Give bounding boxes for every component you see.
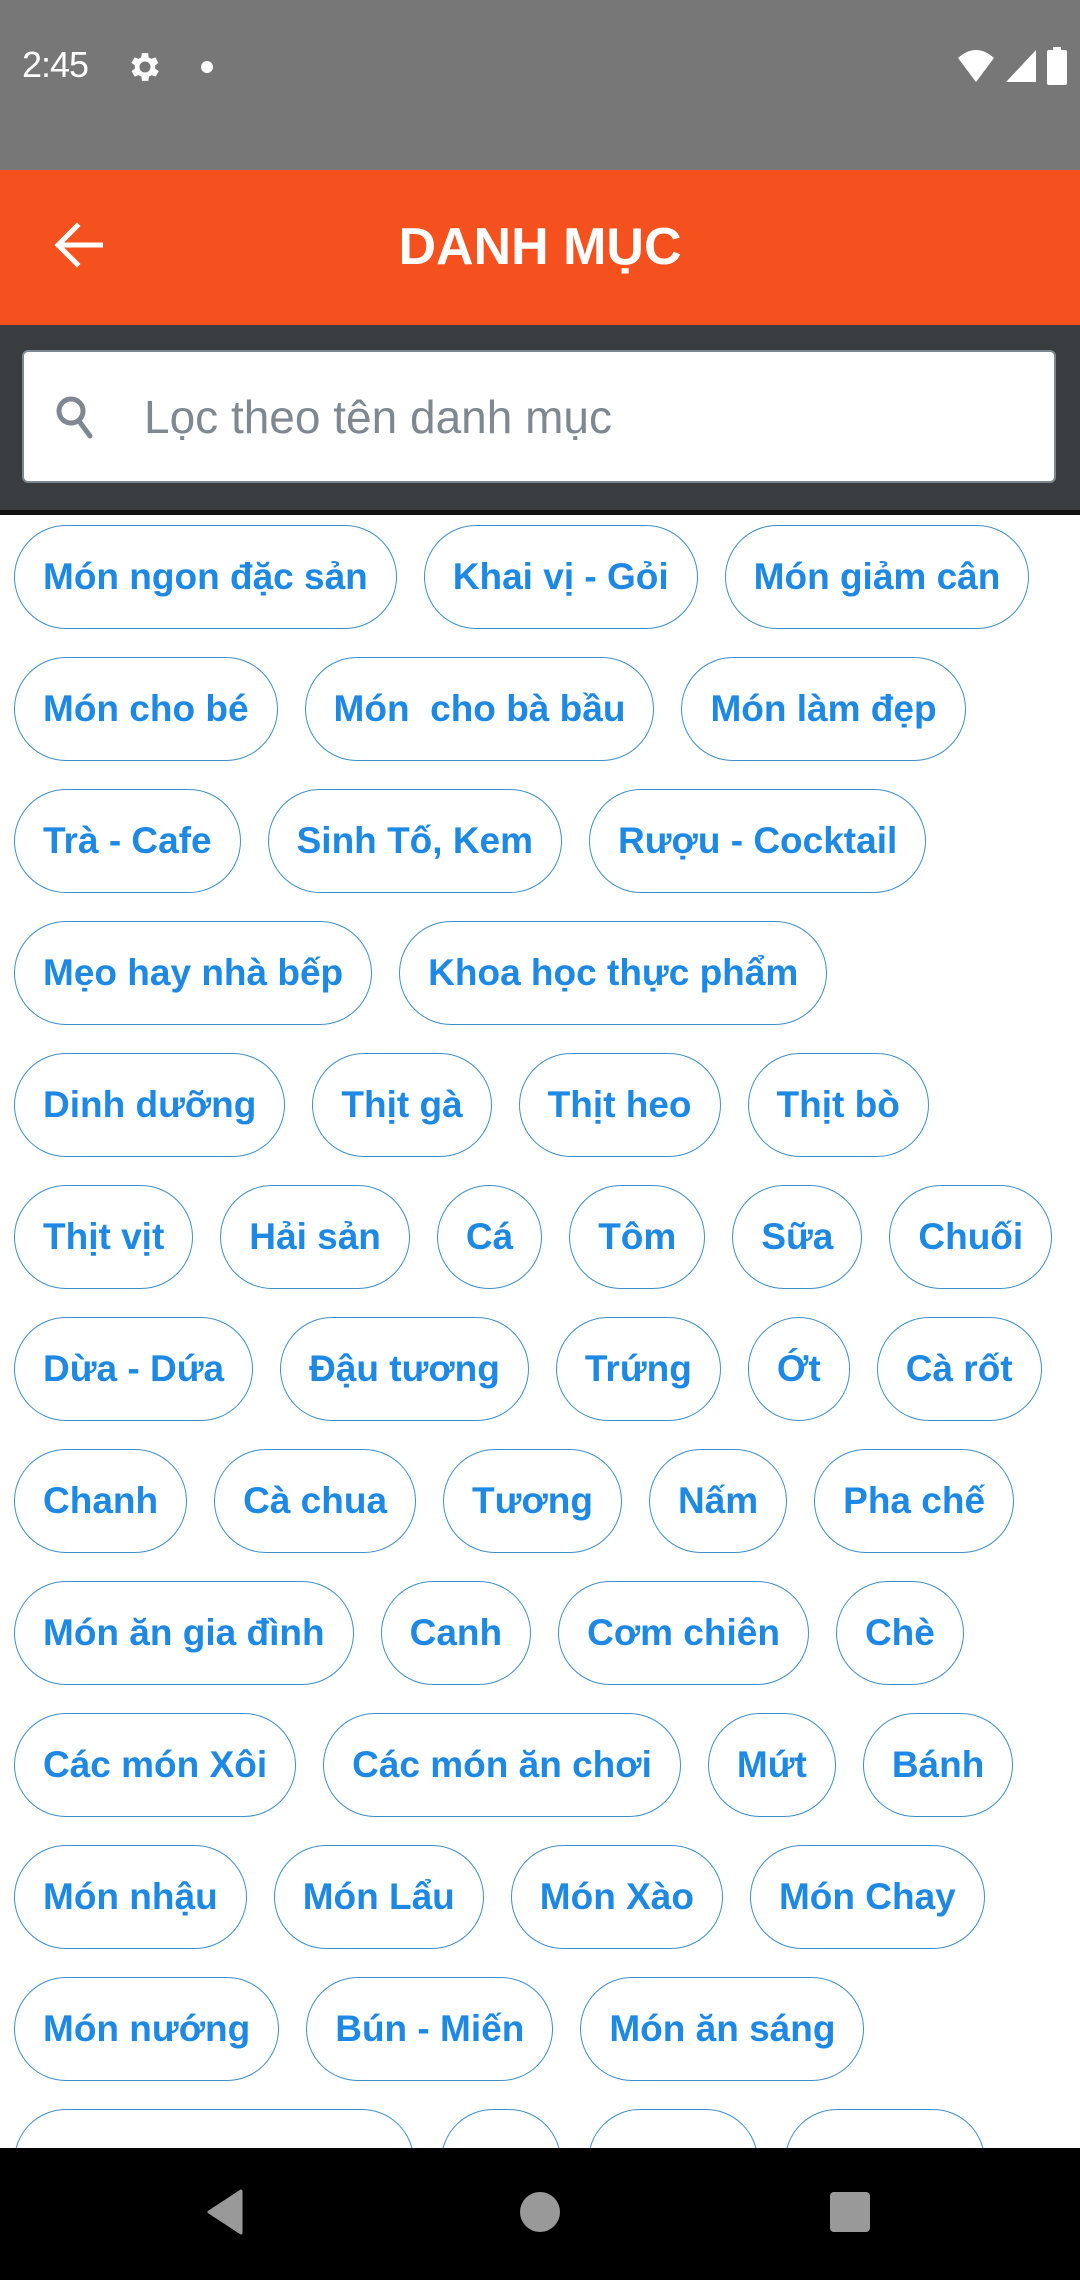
notification-dot-icon: [201, 61, 213, 73]
chip-row-partial: [14, 2109, 1080, 2148]
back-triangle-icon: [205, 2189, 245, 2240]
category-chip[interactable]: Khoa học thực phẩm: [399, 921, 828, 1025]
category-chip[interactable]: Ớt: [747, 1317, 850, 1421]
category-chip[interactable]: Canh: [380, 1581, 532, 1685]
category-chip[interactable]: Cơm chiên: [558, 1581, 809, 1685]
category-chip[interactable]: Trà - Cafe: [14, 789, 241, 893]
category-chip[interactable]: Dinh dưỡng: [14, 1053, 286, 1157]
status-time: 2:45: [22, 44, 89, 85]
category-chip[interactable]: Cá: [436, 1185, 543, 1289]
chip-row: Các món Xôi Các món ăn chơi Mứt Bánh: [14, 1713, 1080, 1817]
chip-row: Trà - Cafe Sinh Tố, Kem Rượu - Cocktail: [14, 789, 1080, 893]
category-chip[interactable]: Món Chay: [749, 1845, 985, 1949]
status-bar: 2:45: [0, 0, 1080, 170]
category-chip[interactable]: Món cho bé: [14, 657, 278, 761]
category-chip[interactable]: Bún - Miến: [306, 1977, 554, 2081]
category-chip-partial[interactable]: [14, 2109, 414, 2148]
cellular-signal-icon: [1004, 48, 1038, 89]
category-chip[interactable]: Món Xào: [510, 1845, 723, 1949]
chip-row: Dừa - Dứa Đậu tương Trứng Ớt Cà rốt: [14, 1317, 1080, 1421]
system-nav-bar: [0, 2148, 1080, 2280]
category-chip-partial[interactable]: [441, 2109, 561, 2148]
chip-row: Món nướng Bún - Miến Món ăn sáng: [14, 1977, 1080, 2081]
category-chip[interactable]: Rượu - Cocktail: [589, 789, 927, 893]
category-chip[interactable]: Thịt bò: [747, 1053, 929, 1157]
category-chip[interactable]: Thịt vịt: [14, 1185, 194, 1289]
category-chip[interactable]: Chè: [835, 1581, 964, 1685]
category-chip[interactable]: Sữa: [732, 1185, 863, 1289]
nav-recents-button[interactable]: [820, 2184, 880, 2244]
category-chip[interactable]: Đậu tương: [280, 1317, 529, 1421]
category-chip[interactable]: Món làm đẹp: [681, 657, 966, 761]
category-chip[interactable]: Hải sản: [220, 1185, 410, 1289]
category-chip[interactable]: Món ngon đặc sản: [14, 525, 397, 629]
category-chip[interactable]: Mứt: [707, 1713, 836, 1817]
category-chip[interactable]: Sinh Tố, Kem: [267, 789, 563, 893]
category-chip[interactable]: Bánh: [862, 1713, 1014, 1817]
category-chip[interactable]: Pha chế: [814, 1449, 1015, 1553]
nav-home-button[interactable]: [510, 2184, 570, 2244]
category-chip-partial[interactable]: [785, 2109, 985, 2148]
category-chip[interactable]: Tương: [443, 1449, 622, 1553]
category-chip[interactable]: Món cho bà bầu: [304, 657, 655, 761]
category-chip-partial[interactable]: [588, 2109, 758, 2148]
chip-row: Món ngon đặc sản Khai vị - Gỏi Món giảm câ…: [14, 525, 1080, 629]
settings-gear-icon: [126, 48, 164, 86]
category-chip[interactable]: Dừa - Dứa: [14, 1317, 254, 1421]
chip-row: Món nhậu Món Lẩu Món Xào Món Chay: [14, 1845, 1080, 1949]
battery-icon: [1046, 46, 1068, 90]
chip-row: Món ăn gia đình Canh Cơm chiên Chè: [14, 1581, 1080, 1685]
category-chip[interactable]: Thịt gà: [312, 1053, 492, 1157]
category-chip[interactable]: Chuối: [889, 1185, 1053, 1289]
category-chip[interactable]: Cà chua: [214, 1449, 417, 1553]
category-chip[interactable]: Món nhậu: [14, 1845, 247, 1949]
search-area: [0, 325, 1080, 515]
chip-row: Chanh Cà chua Tương Nấm Pha chế: [14, 1449, 1080, 1553]
category-chip[interactable]: Các món ăn chơi: [323, 1713, 681, 1817]
recents-square-icon: [829, 2191, 871, 2238]
category-chip[interactable]: Món ăn sáng: [580, 1977, 865, 2081]
category-chip[interactable]: Trứng: [555, 1317, 721, 1421]
chip-row: Dinh dưỡng Thịt gà Thịt heo Thịt bò: [14, 1053, 1080, 1157]
status-icons: [956, 46, 1068, 90]
chip-row: Món cho bé Món cho bà bầu Món làm đẹp: [14, 657, 1080, 761]
chip-row: Thịt vịt Hải sản Cá Tôm Sữa Chuối: [14, 1185, 1080, 1289]
search-box[interactable]: [22, 350, 1056, 483]
category-chip[interactable]: Tôm: [569, 1185, 706, 1289]
category-chip[interactable]: Chanh: [14, 1449, 188, 1553]
nav-back-button[interactable]: [195, 2184, 255, 2244]
category-chip-list[interactable]: Món ngon đặc sản Khai vị - Gỏi Món giảm câ…: [0, 515, 1080, 2148]
category-filter-input[interactable]: [144, 352, 1034, 481]
category-chip[interactable]: Các món Xôi: [14, 1713, 297, 1817]
category-chip[interactable]: Cà rốt: [876, 1317, 1042, 1421]
app-toolbar: DANH MỤC: [0, 170, 1080, 325]
category-chip[interactable]: Nấm: [648, 1449, 788, 1553]
wifi-icon: [956, 48, 996, 89]
category-chip[interactable]: Khai vị - Gỏi: [423, 525, 698, 629]
category-chip[interactable]: Thịt heo: [518, 1053, 721, 1157]
category-chip[interactable]: Món giảm cân: [724, 525, 1030, 629]
category-chip[interactable]: Món ăn gia đình: [14, 1581, 354, 1685]
category-chip[interactable]: Mẹo hay nhà bếp: [14, 921, 373, 1025]
page-title: DANH MỤC: [398, 218, 682, 276]
home-circle-icon: [519, 2191, 561, 2238]
category-chip[interactable]: Món nướng: [14, 1977, 280, 2081]
chip-row: Mẹo hay nhà bếp Khoa học thực phẩm: [14, 921, 1080, 1025]
category-chip[interactable]: Món Lẩu: [273, 1845, 484, 1949]
search-icon: [52, 392, 100, 444]
